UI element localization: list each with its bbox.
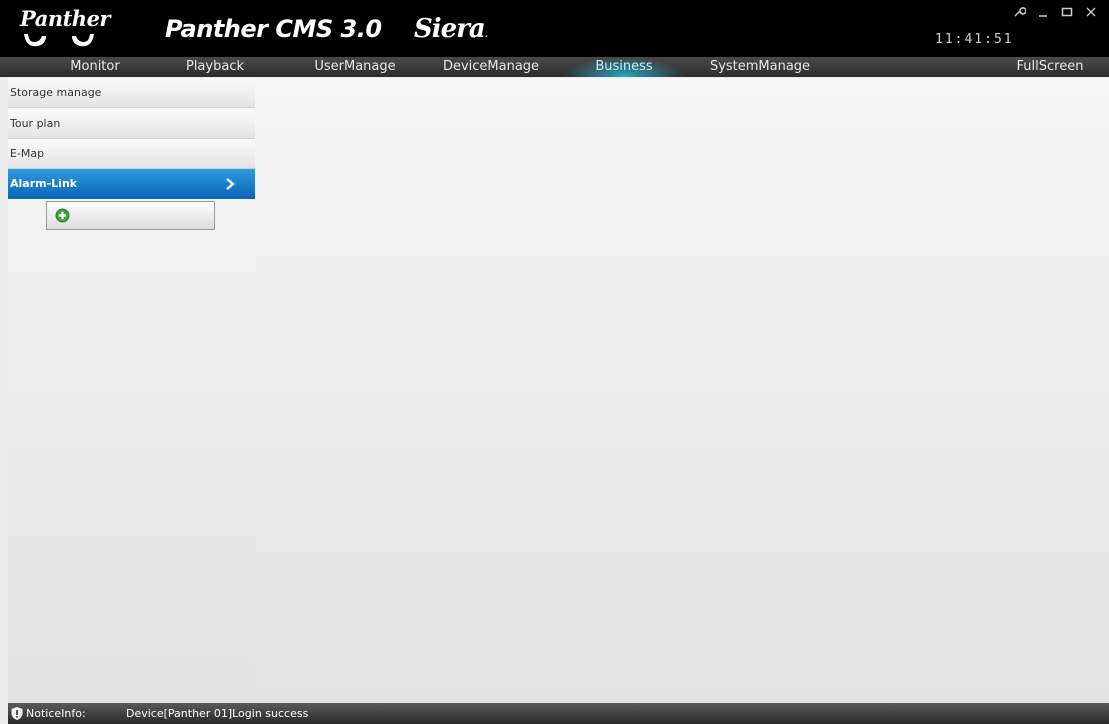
menu-systemmanage[interactable]: SystemManage xyxy=(700,57,820,77)
sidebar: Storage manage Tour plan E-Map Alarm-Lin… xyxy=(8,78,255,703)
main-menu-bar: Monitor Playback UserManage DeviceManage… xyxy=(0,57,1109,77)
window-controls xyxy=(1011,2,1099,22)
brand-text: Siera xyxy=(414,14,486,44)
panther-logo: Panther xyxy=(18,6,128,52)
brand-logo: Siera. xyxy=(414,14,487,44)
add-icon xyxy=(55,208,70,223)
minimize-button[interactable] xyxy=(1035,4,1051,20)
notice-info-label: NoticeInfo: xyxy=(26,707,86,720)
menu-devicemanage[interactable]: DeviceManage xyxy=(431,57,551,77)
status-bar: NoticeInfo: Device[Panther 01]Login succ… xyxy=(8,703,1109,724)
maximize-button[interactable] xyxy=(1059,4,1075,20)
menu-playback[interactable]: Playback xyxy=(160,57,270,77)
sidebar-item-alarm-link[interactable]: Alarm-Link xyxy=(8,169,255,199)
sidebar-item-tour-plan[interactable]: Tour plan xyxy=(8,109,255,139)
sidebar-item-label: Alarm-Link xyxy=(10,177,78,190)
sidebar-item-label: Storage manage xyxy=(10,86,102,99)
menu-monitor[interactable]: Monitor xyxy=(40,57,150,77)
app-title: Panther CMS 3.0 xyxy=(165,15,382,43)
add-alarm-link-button[interactable] xyxy=(46,201,215,230)
menu-fullscreen[interactable]: FullScreen xyxy=(1000,57,1100,77)
settings-wrench-icon[interactable] xyxy=(1011,4,1027,20)
clock-display: 11:41:51 xyxy=(935,32,1014,47)
sidebar-item-label: E-Map xyxy=(10,147,45,160)
sidebar-item-e-map[interactable]: E-Map xyxy=(8,139,255,169)
chevron-right-icon xyxy=(226,178,235,190)
sidebar-item-label: Tour plan xyxy=(10,117,61,130)
shield-icon xyxy=(11,707,23,720)
main-content-area xyxy=(255,78,1109,703)
menu-usermanage[interactable]: UserManage xyxy=(300,57,410,77)
title-bar: Panther Panther CMS 3.0 Siera. 11:41:51 xyxy=(0,0,1109,57)
notice-message: Device[Panther 01]Login success xyxy=(126,707,309,720)
menu-business[interactable]: Business xyxy=(562,57,686,77)
paw-icon xyxy=(24,34,94,47)
logo-text: Panther xyxy=(20,6,111,31)
close-button[interactable] xyxy=(1083,4,1099,20)
sidebar-item-storage-manage[interactable]: Storage manage xyxy=(8,78,255,108)
